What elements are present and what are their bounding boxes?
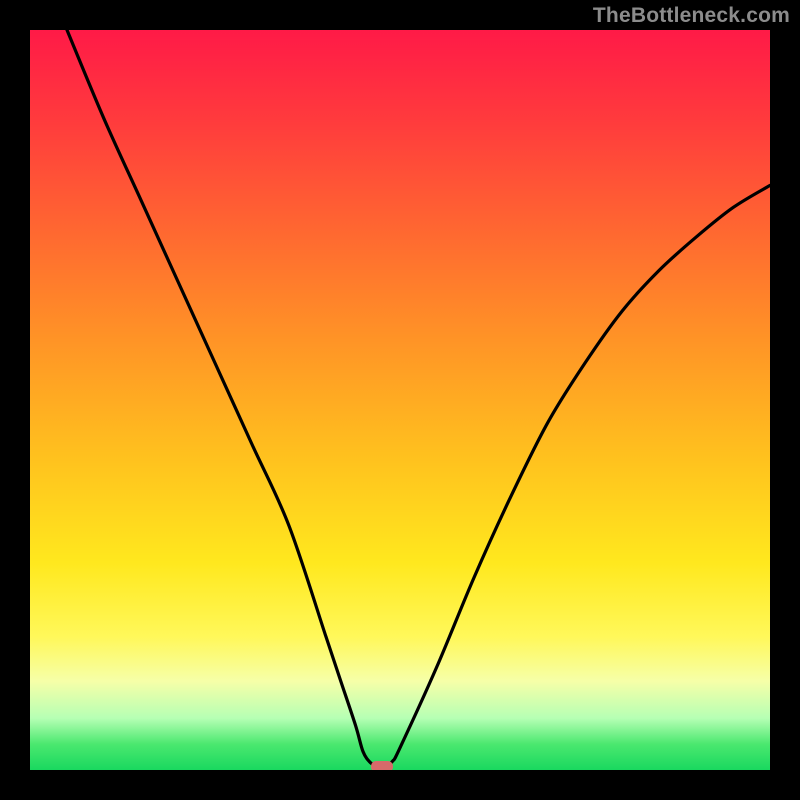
plot-area — [30, 30, 770, 770]
bottleneck-curve — [30, 30, 770, 770]
watermark-text: TheBottleneck.com — [593, 4, 790, 28]
chart-frame: TheBottleneck.com — [0, 0, 800, 800]
optimum-marker — [371, 761, 393, 770]
